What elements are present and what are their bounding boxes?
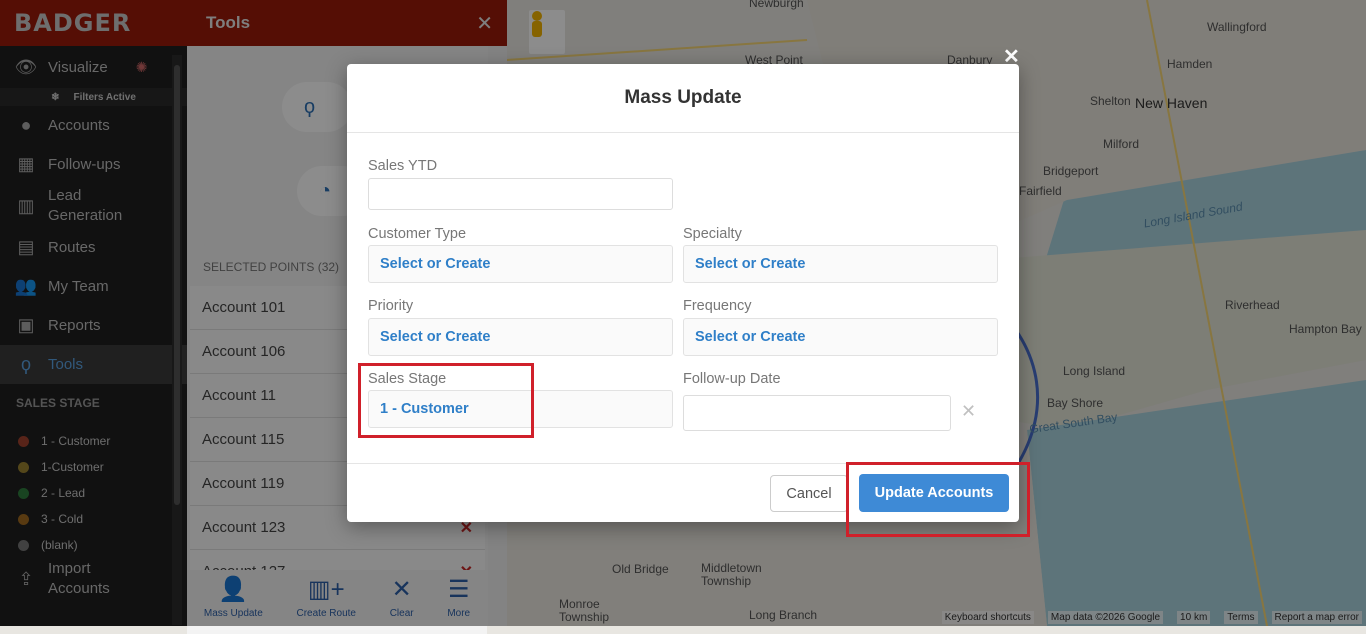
highlight-box-update-button [846,462,1030,537]
specialty-label: Specialty [683,226,742,242]
frequency-label: Frequency [683,298,752,314]
modal-title: Mass Update [624,87,742,108]
clear-date-icon[interactable]: ✕ [961,401,976,422]
cancel-button[interactable]: Cancel [770,475,848,512]
specialty-select[interactable]: Select or Create [683,245,998,283]
modal-header: Mass Update [347,64,1019,133]
customer-type-select[interactable]: Select or Create [368,245,673,283]
frequency-select[interactable]: Select or Create [683,318,998,356]
customer-type-label: Customer Type [368,226,467,242]
sales-ytd-input[interactable] [368,178,673,210]
followup-date-input[interactable] [683,395,951,431]
priority-select[interactable]: Select or Create [368,318,673,356]
sales-ytd-label: Sales YTD [368,158,438,174]
followup-date-label: Follow-up Date [683,371,781,387]
priority-label: Priority [368,298,414,314]
mass-update-modal: Mass Update Sales YTD Customer Type Sele… [347,64,1019,522]
highlight-box-sales-stage [358,363,534,438]
